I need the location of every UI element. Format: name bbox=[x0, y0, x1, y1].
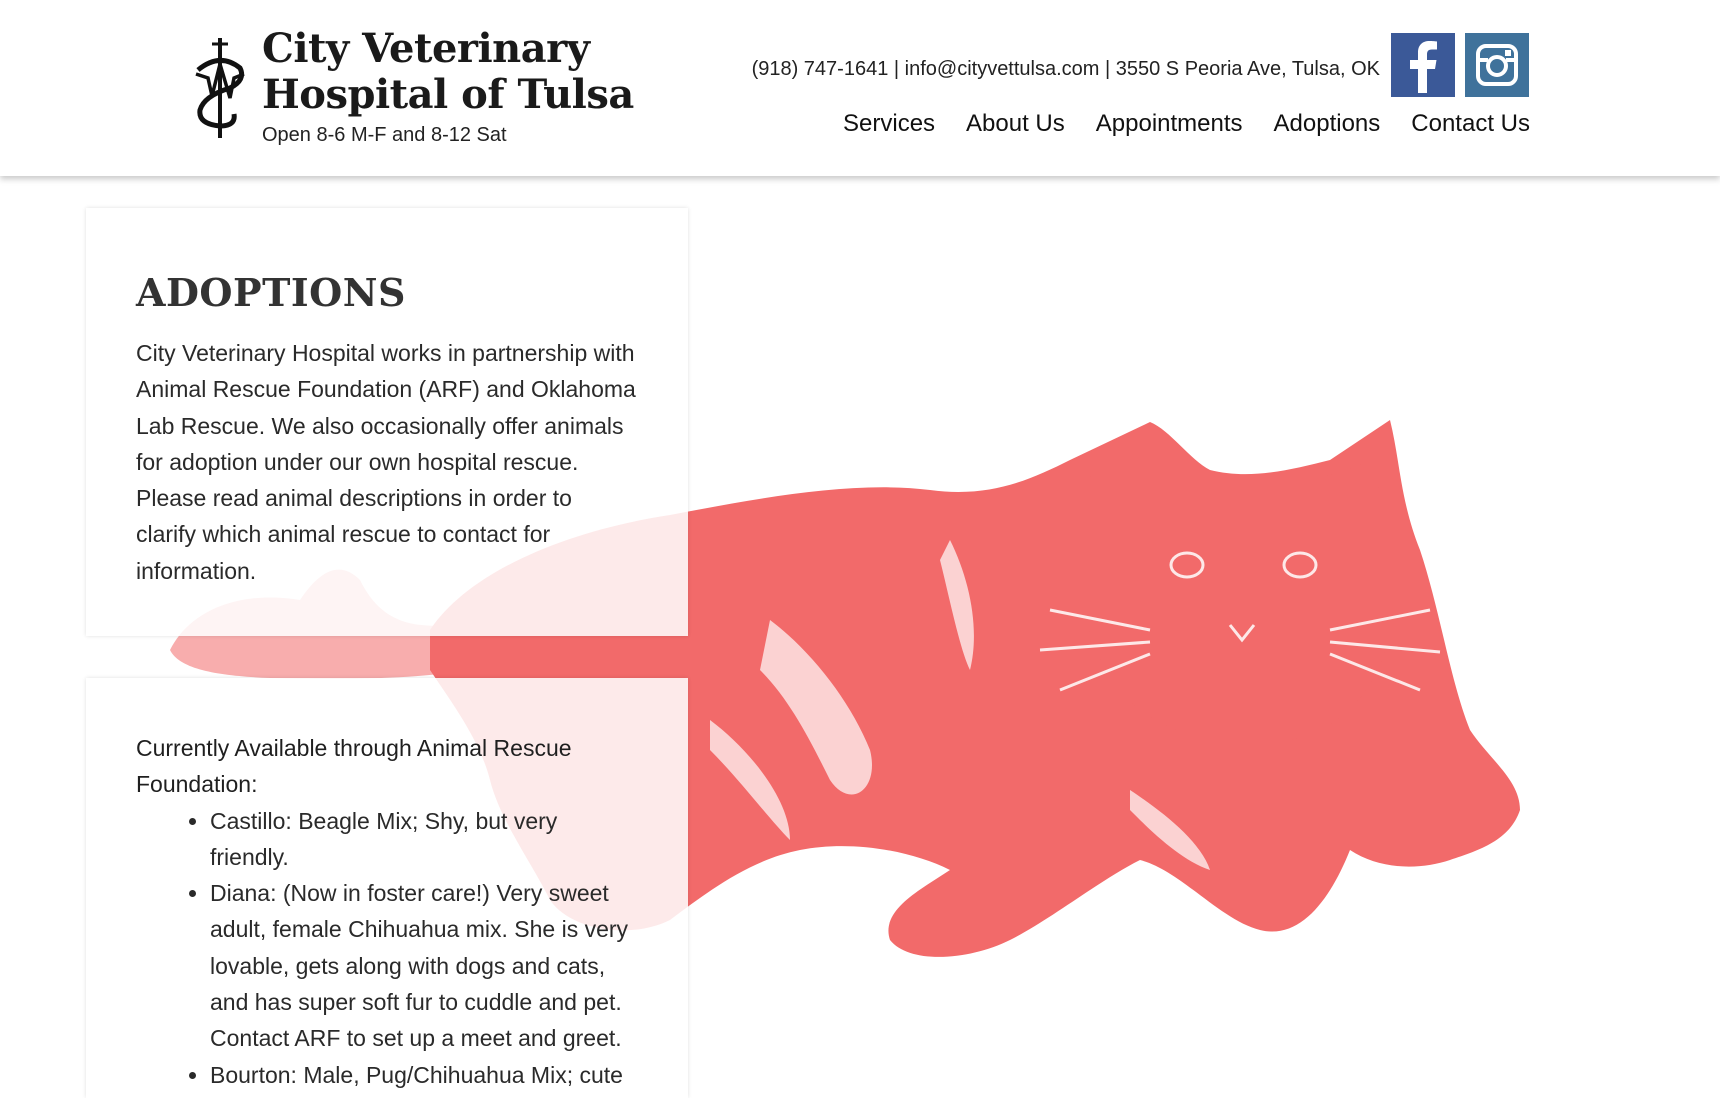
available-animals-card: Currently Available through Animal Rescu… bbox=[86, 678, 688, 1098]
main-nav: Services About Us Appointments Adoptions… bbox=[843, 110, 1530, 138]
intro-paragraph: City Veterinary Hospital works in partne… bbox=[136, 340, 636, 584]
site-title-line2: Hospital of Tulsa bbox=[262, 71, 634, 118]
facebook-icon bbox=[1410, 41, 1437, 93]
facebook-link[interactable] bbox=[1391, 33, 1455, 97]
instagram-link[interactable] bbox=[1465, 33, 1529, 97]
nav-appointments[interactable]: Appointments bbox=[1096, 110, 1243, 138]
nav-services[interactable]: Services bbox=[843, 110, 935, 138]
animal-list: Castillo: Beagle Mix; Shy, but very frie… bbox=[136, 803, 638, 1093]
contact-info: (918) 747-1641 | info@cityvettulsa.com |… bbox=[751, 58, 1380, 80]
nav-adoptions[interactable]: Adoptions bbox=[1274, 110, 1381, 138]
caduceus-logo-icon[interactable] bbox=[190, 34, 248, 144]
hours-text: Open 8-6 M-F and 8-12 Sat bbox=[262, 124, 507, 146]
nav-contact-us[interactable]: Contact Us bbox=[1411, 110, 1530, 138]
page-title: ADOPTIONS bbox=[136, 270, 406, 315]
available-heading: Currently Available through Animal Rescu… bbox=[136, 735, 572, 798]
adoptions-intro-card: ADOPTIONS City Veterinary Hospital works… bbox=[86, 208, 688, 636]
site-title[interactable]: City Veterinary Hospital of Tulsa bbox=[262, 26, 634, 118]
list-item: Diana: (Now in foster care!) Very sweet … bbox=[210, 875, 638, 1056]
list-item: Castillo: Beagle Mix; Shy, but very frie… bbox=[210, 803, 638, 876]
instagram-icon bbox=[1476, 44, 1518, 86]
site-title-line1: City Veterinary bbox=[262, 25, 590, 72]
nav-about-us[interactable]: About Us bbox=[966, 110, 1065, 138]
site-header: City Veterinary Hospital of Tulsa Open 8… bbox=[0, 0, 1720, 176]
